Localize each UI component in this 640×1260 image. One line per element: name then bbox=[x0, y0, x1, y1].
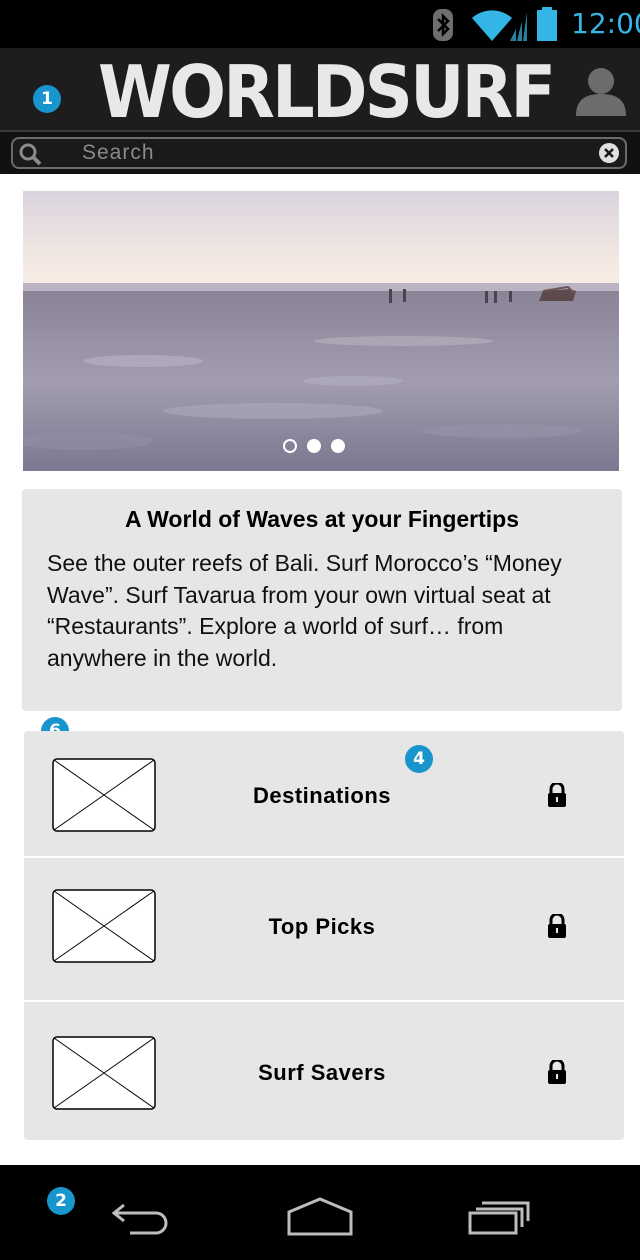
menu-item-label: Surf Savers bbox=[258, 1060, 386, 1085]
menu-item-label: Top Picks bbox=[268, 914, 376, 939]
annotation-marker: 2 bbox=[47, 1187, 75, 1215]
annotation-marker: 1 bbox=[33, 85, 61, 113]
recent-apps-icon[interactable] bbox=[468, 1199, 532, 1235]
logo-text: WORLDSURF bbox=[98, 50, 556, 134]
beach-photo bbox=[23, 191, 619, 471]
carousel-dots bbox=[283, 439, 355, 455]
annotation-marker: 4 bbox=[405, 745, 433, 773]
placeholder-image-icon bbox=[52, 1036, 156, 1110]
carousel-dot[interactable] bbox=[331, 439, 345, 453]
search-placeholder: Search bbox=[82, 141, 155, 164]
intro-card: A World of Waves at your Fingertips See … bbox=[22, 489, 622, 711]
lock-icon bbox=[548, 1060, 566, 1084]
search-bar: Search bbox=[0, 132, 640, 174]
placeholder-image-icon bbox=[52, 889, 156, 963]
menu-item-label: Destinations bbox=[252, 783, 392, 808]
wifi-icon bbox=[472, 10, 527, 41]
lock-icon bbox=[548, 783, 566, 807]
carousel-dot[interactable] bbox=[307, 439, 321, 453]
app-logo[interactable]: WORLDSURF bbox=[98, 50, 556, 134]
app-header: 1 WORLDSURF bbox=[0, 48, 640, 132]
battery-icon bbox=[537, 7, 557, 41]
carousel-dot[interactable] bbox=[283, 439, 297, 453]
placeholder-image-icon bbox=[52, 758, 156, 832]
menu-item-destinations[interactable]: Destinations bbox=[24, 731, 624, 858]
home-icon[interactable] bbox=[285, 1196, 355, 1236]
search-icon bbox=[19, 143, 42, 166]
status-bar: 12:00 bbox=[0, 0, 640, 48]
image-carousel[interactable] bbox=[23, 191, 619, 471]
search-input[interactable]: Search bbox=[11, 137, 627, 169]
intro-title: A World of Waves at your Fingertips bbox=[124, 506, 520, 532]
clear-icon[interactable] bbox=[598, 142, 620, 164]
back-icon[interactable] bbox=[110, 1199, 174, 1235]
clock: 12:00 bbox=[571, 7, 640, 40]
bluetooth-icon bbox=[433, 9, 453, 41]
person-icon[interactable] bbox=[574, 66, 628, 116]
navigation-bar: 2 bbox=[0, 1165, 640, 1260]
menu-item-surf-savers[interactable]: Surf Savers bbox=[24, 1002, 624, 1140]
menu-list: Destinations Top Picks Surf Savers bbox=[24, 731, 624, 1140]
lock-icon bbox=[548, 914, 566, 938]
menu-item-top-picks[interactable]: Top Picks bbox=[24, 858, 624, 1002]
intro-body: See the outer reefs of Bali. Surf Morocc… bbox=[47, 550, 562, 671]
